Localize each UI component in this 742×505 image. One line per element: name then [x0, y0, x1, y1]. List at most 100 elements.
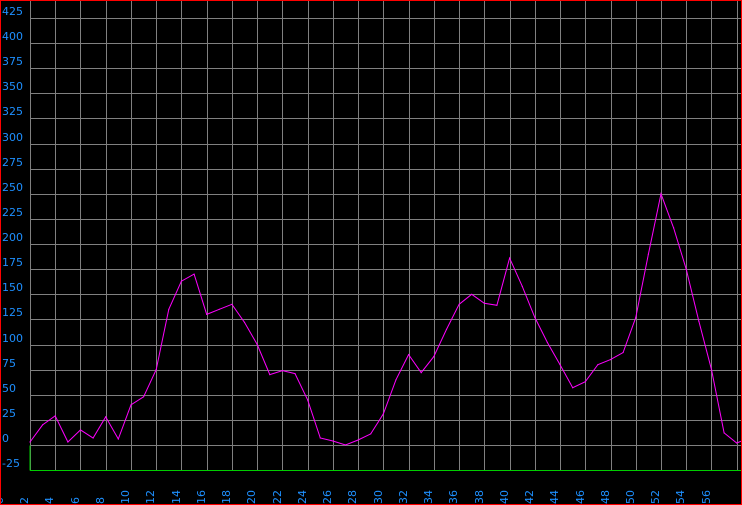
x-tick-label: 26	[321, 490, 334, 504]
y-tick-label: 425	[2, 5, 23, 18]
y-tick-label: 50	[2, 382, 16, 395]
x-tick-label: 54	[674, 490, 687, 504]
x-tick-label: 52	[649, 490, 662, 504]
data-point	[698, 320, 700, 322]
data-point	[281, 370, 283, 372]
data-point	[231, 303, 233, 305]
data-point	[243, 321, 246, 323]
data-point	[370, 433, 372, 435]
x-tick-label: 32	[397, 490, 410, 504]
y-tick-label: 175	[2, 256, 23, 269]
data-point	[54, 415, 56, 417]
x-tick-label: 38	[473, 490, 486, 504]
x-tick-label: 22	[271, 490, 284, 504]
chart-background	[0, 0, 742, 505]
data-point	[143, 396, 145, 398]
data-point	[408, 354, 410, 356]
x-tick-label: 6	[69, 497, 82, 504]
data-point	[294, 373, 296, 375]
data-point	[105, 416, 107, 418]
x-tick-label: 16	[195, 490, 208, 504]
data-point	[344, 444, 347, 446]
data-point	[660, 193, 662, 195]
y-tick-label: 300	[2, 131, 23, 144]
data-point	[521, 285, 523, 287]
data-point	[269, 374, 271, 376]
data-point	[382, 413, 384, 415]
data-point	[609, 359, 612, 361]
data-point	[584, 381, 586, 383]
data-point	[559, 364, 561, 366]
x-tick-label: 4	[43, 497, 56, 504]
x-tick-label: 10	[119, 490, 132, 504]
y-tick-label: 100	[2, 332, 23, 345]
data-point	[395, 379, 397, 381]
data-point	[723, 432, 725, 434]
x-tick-label: 18	[220, 490, 233, 504]
y-tick-label: 225	[2, 206, 23, 219]
data-point	[597, 364, 599, 366]
data-point	[357, 439, 359, 441]
data-point	[92, 437, 94, 439]
y-tick-label: 0	[2, 432, 9, 445]
y-tick-label: 150	[2, 281, 23, 294]
data-point	[509, 257, 511, 259]
data-point	[736, 442, 738, 444]
x-tick-label: 34	[422, 490, 435, 504]
x-tick-label: 56	[700, 490, 713, 504]
data-point	[433, 356, 435, 358]
data-point	[79, 429, 82, 431]
data-point	[483, 302, 485, 304]
data-point	[458, 303, 460, 305]
data-point	[218, 308, 220, 310]
data-point	[572, 387, 574, 389]
data-point	[445, 328, 448, 330]
y-tick-label: 375	[2, 55, 23, 68]
y-tick-label: 400	[2, 30, 23, 43]
data-point	[685, 268, 687, 270]
data-point	[130, 404, 132, 406]
data-point	[117, 438, 119, 440]
x-tick-label: 36	[447, 490, 460, 504]
data-point	[420, 372, 422, 374]
data-point	[319, 437, 321, 439]
line-chart: -250255075100125150175200225250275300325…	[0, 0, 742, 505]
data-point	[546, 341, 549, 344]
data-point	[622, 351, 624, 354]
data-point	[168, 308, 170, 310]
data-point	[635, 316, 637, 318]
data-point	[534, 316, 536, 318]
data-point	[256, 343, 258, 346]
y-tick-label: 250	[2, 181, 23, 194]
x-tick-label: 30	[372, 490, 385, 504]
x-tick-label: 8	[94, 497, 107, 504]
y-tick-label: 275	[2, 156, 23, 169]
y-tick-label: 75	[2, 357, 16, 370]
data-point	[673, 227, 675, 229]
x-tick-label: 42	[523, 490, 536, 504]
x-tick-label: 20	[245, 490, 258, 504]
data-point	[710, 369, 713, 371]
y-tick-label: -25	[2, 457, 20, 470]
x-tick-label: 2	[18, 497, 31, 504]
data-point	[471, 293, 473, 295]
data-point	[647, 253, 650, 255]
x-tick-label: 50	[624, 490, 637, 504]
x-tick-label: 28	[346, 490, 359, 504]
data-point	[496, 304, 498, 306]
x-tick-label: 14	[170, 490, 183, 504]
x-tick-label: 12	[144, 490, 157, 504]
x-tick-label: 24	[296, 490, 309, 504]
x-tick-label: 46	[574, 490, 587, 504]
data-point	[206, 313, 208, 315]
data-point	[193, 273, 195, 275]
x-tick-label: 40	[498, 490, 511, 504]
y-tick-label: 325	[2, 105, 23, 118]
y-tick-label: 125	[2, 306, 23, 319]
data-point	[42, 424, 44, 426]
chart: -25 0 25 50 75 100 125 150 175 200 225 250 275 300 325…	[0, 0, 742, 505]
y-tick-label: 25	[2, 407, 16, 420]
data-point	[180, 280, 182, 282]
y-tick-label: 200	[2, 231, 23, 244]
data-point	[29, 441, 31, 443]
